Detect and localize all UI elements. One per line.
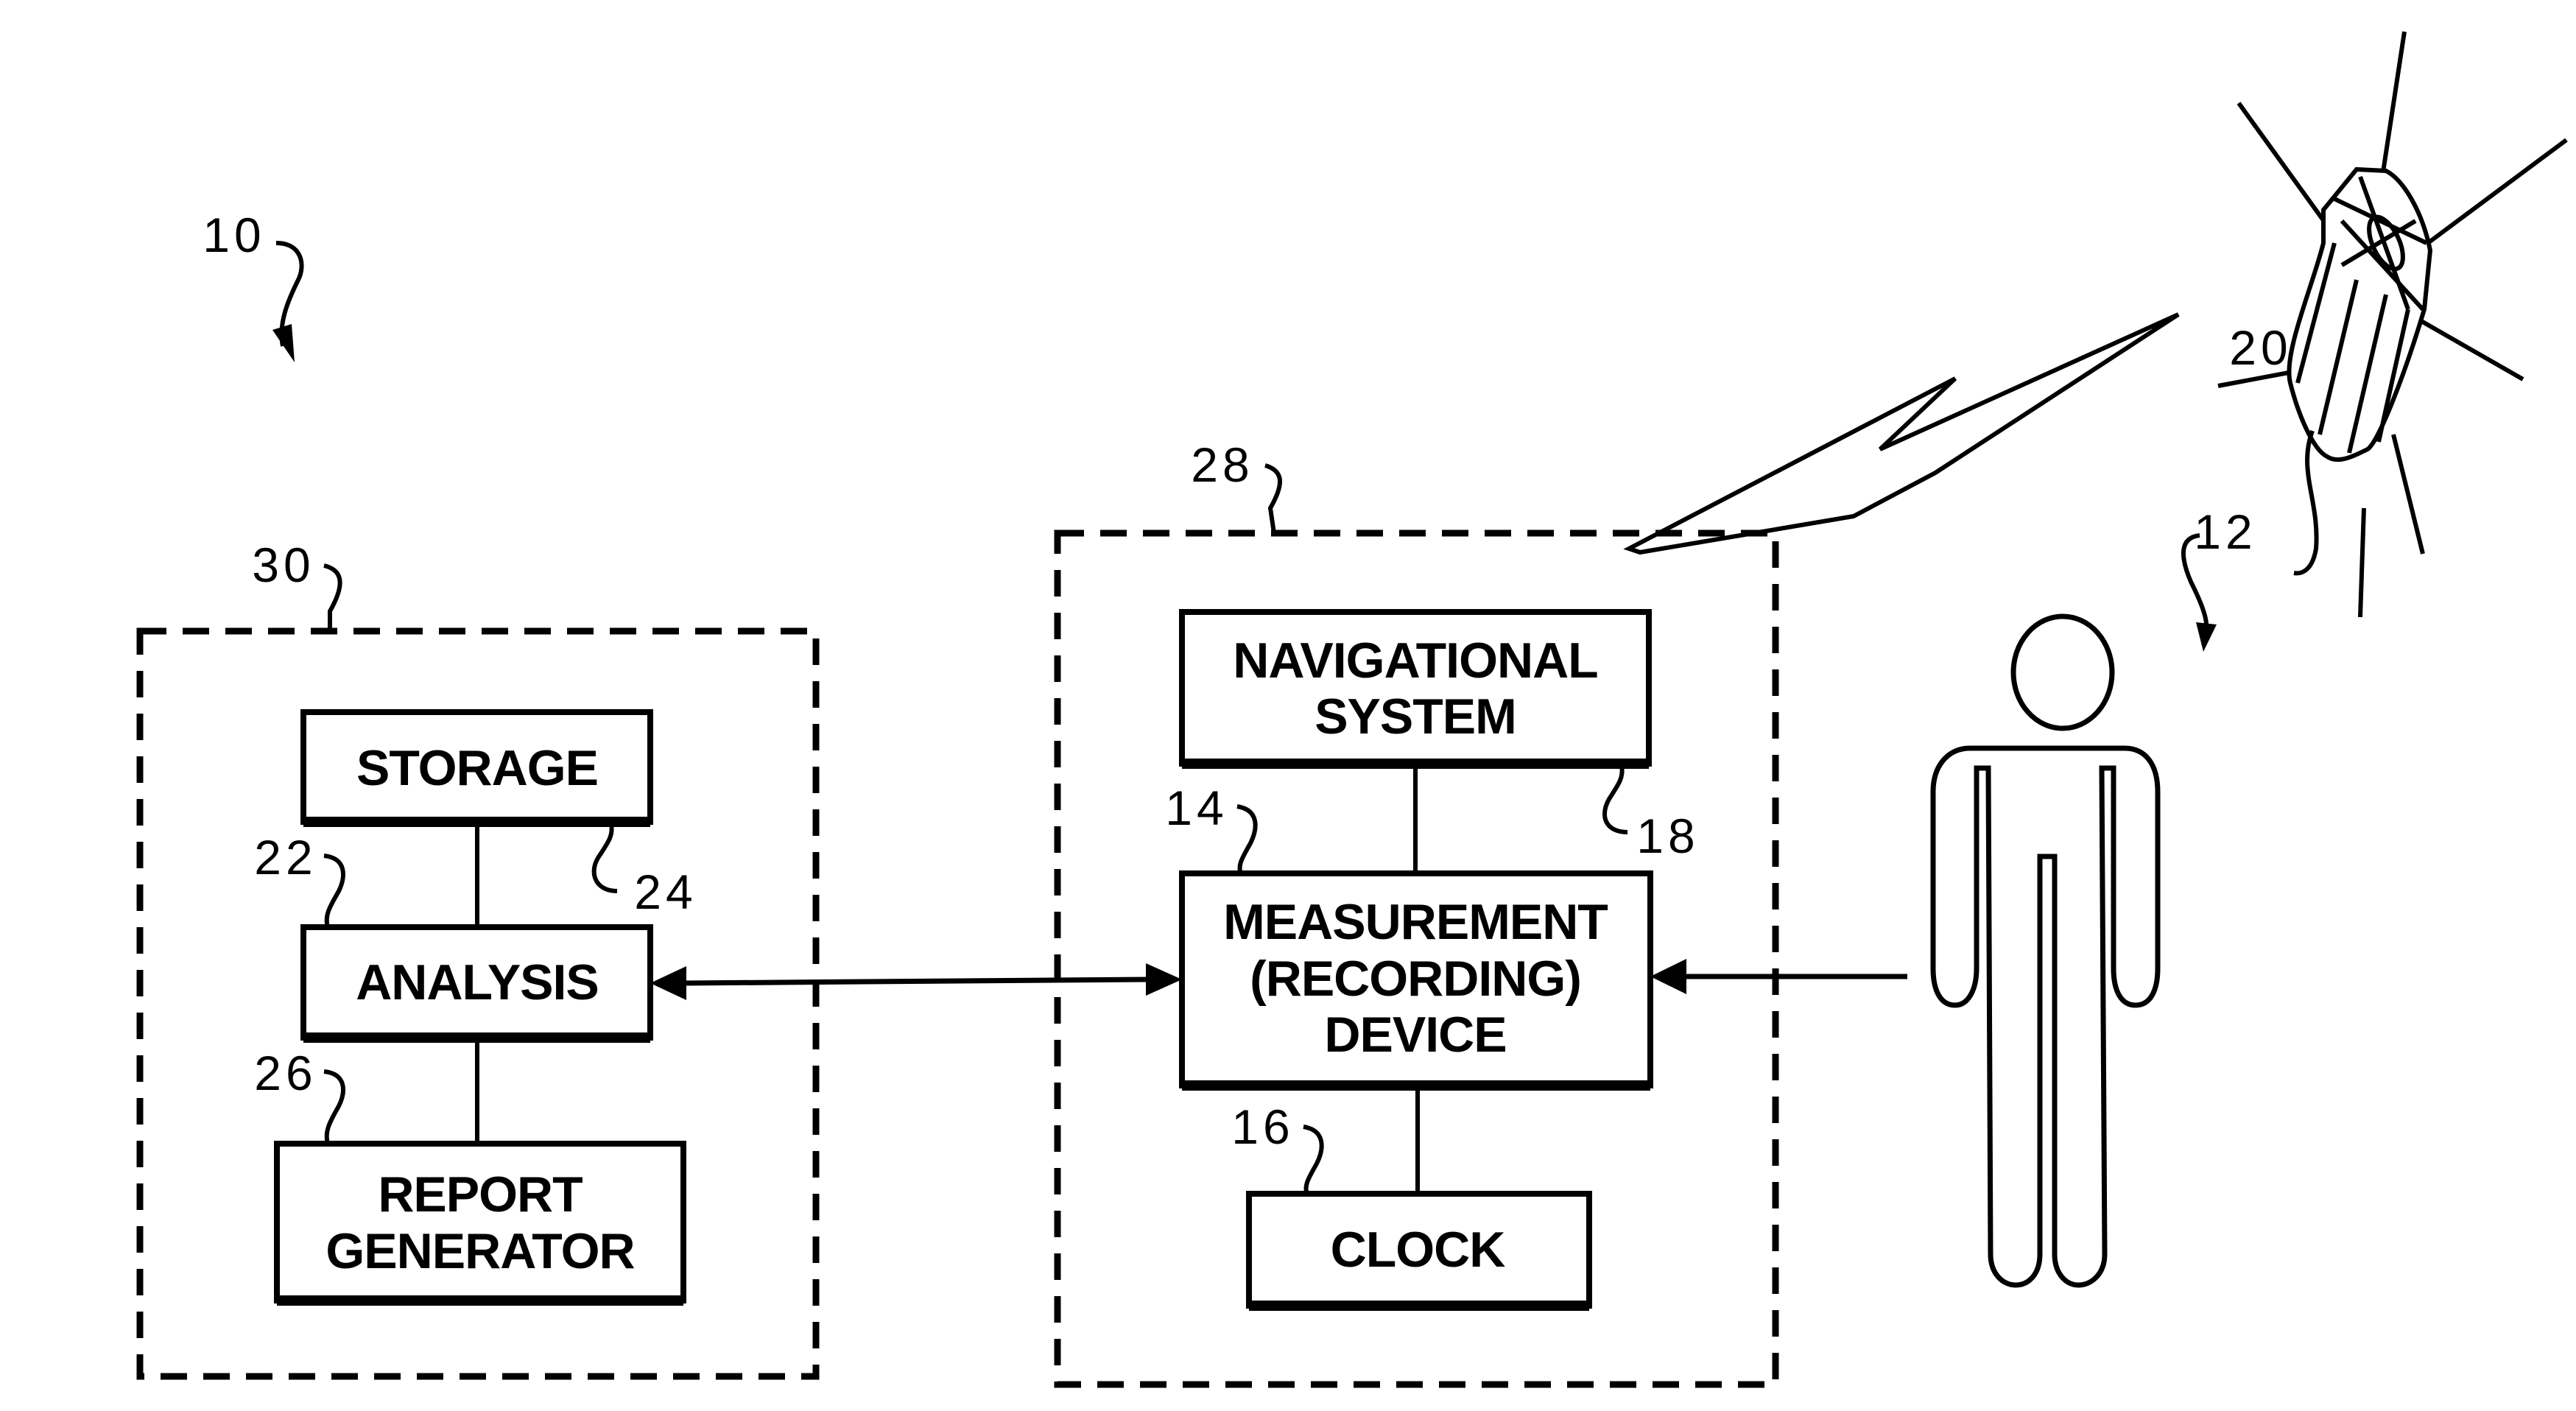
analysis-block: ANALYSIS <box>300 924 653 1043</box>
measurement-device-block: MEASUREMENT (RECORDING) DEVICE <box>1179 870 1653 1091</box>
leader-30 <box>323 563 342 631</box>
ref-label-14: 14 <box>1165 781 1228 835</box>
ref-label-10: 10 <box>203 208 265 262</box>
arrowhead-right-icon <box>1146 963 1182 996</box>
nav-label-line2: SYSTEM <box>1315 689 1516 745</box>
wireless-signal-bolt <box>1623 312 2180 555</box>
ref-label-12: 12 <box>2194 504 2256 559</box>
storage-label: STORAGE <box>356 740 598 796</box>
ref-label-24: 24 <box>634 865 697 919</box>
person-icon <box>1930 613 2161 1288</box>
measurement-label-line1: MEASUREMENT <box>1223 894 1608 950</box>
ref-label-16: 16 <box>1231 1099 1294 1154</box>
patent-figure: 10 30 28 STORAGE ANALYSIS REPORT GENERAT… <box>136 31 2568 1388</box>
report-label-line1: REPORT <box>378 1167 583 1222</box>
leader-24 <box>591 824 618 893</box>
system-reference: 10 <box>203 208 304 362</box>
measurement-label-line2: (RECORDING) <box>1250 951 1581 1007</box>
ref-label-28: 28 <box>1191 437 1253 492</box>
arrowhead-icon <box>272 324 295 362</box>
ref-label-20: 20 <box>2229 320 2292 375</box>
nav-label-line1: NAVIGATIONAL <box>1233 633 1597 689</box>
leader-22 <box>323 854 345 928</box>
leader-14 <box>1236 804 1258 875</box>
arrowhead-left-icon <box>1650 959 1686 994</box>
clock-label: CLOCK <box>1331 1222 1506 1278</box>
leader-28 <box>1264 463 1282 534</box>
ref-label-26: 26 <box>254 1046 317 1100</box>
bidirectional-link <box>650 963 1182 1000</box>
ref-label-30: 30 <box>252 538 314 592</box>
analysis-label: ANALYSIS <box>356 954 599 1010</box>
leader-26 <box>323 1069 345 1144</box>
arrowhead-icon <box>2196 622 2217 652</box>
ref-label-22: 22 <box>254 830 317 884</box>
report-label-line2: GENERATOR <box>325 1223 634 1279</box>
storage-block: STORAGE <box>300 709 653 827</box>
clock-block: CLOCK <box>1246 1191 1592 1311</box>
arrowhead-left-icon <box>650 966 686 1000</box>
navigational-system-block: NAVIGATIONAL SYSTEM <box>1179 609 1652 769</box>
measurement-label-line3: DEVICE <box>1324 1007 1506 1063</box>
report-generator-block: REPORT GENERATOR <box>274 1141 686 1306</box>
leader-18 <box>1602 766 1628 834</box>
leader-16 <box>1303 1125 1324 1195</box>
ref-label-18: 18 <box>1636 809 1699 863</box>
leader-20 <box>2293 429 2319 576</box>
